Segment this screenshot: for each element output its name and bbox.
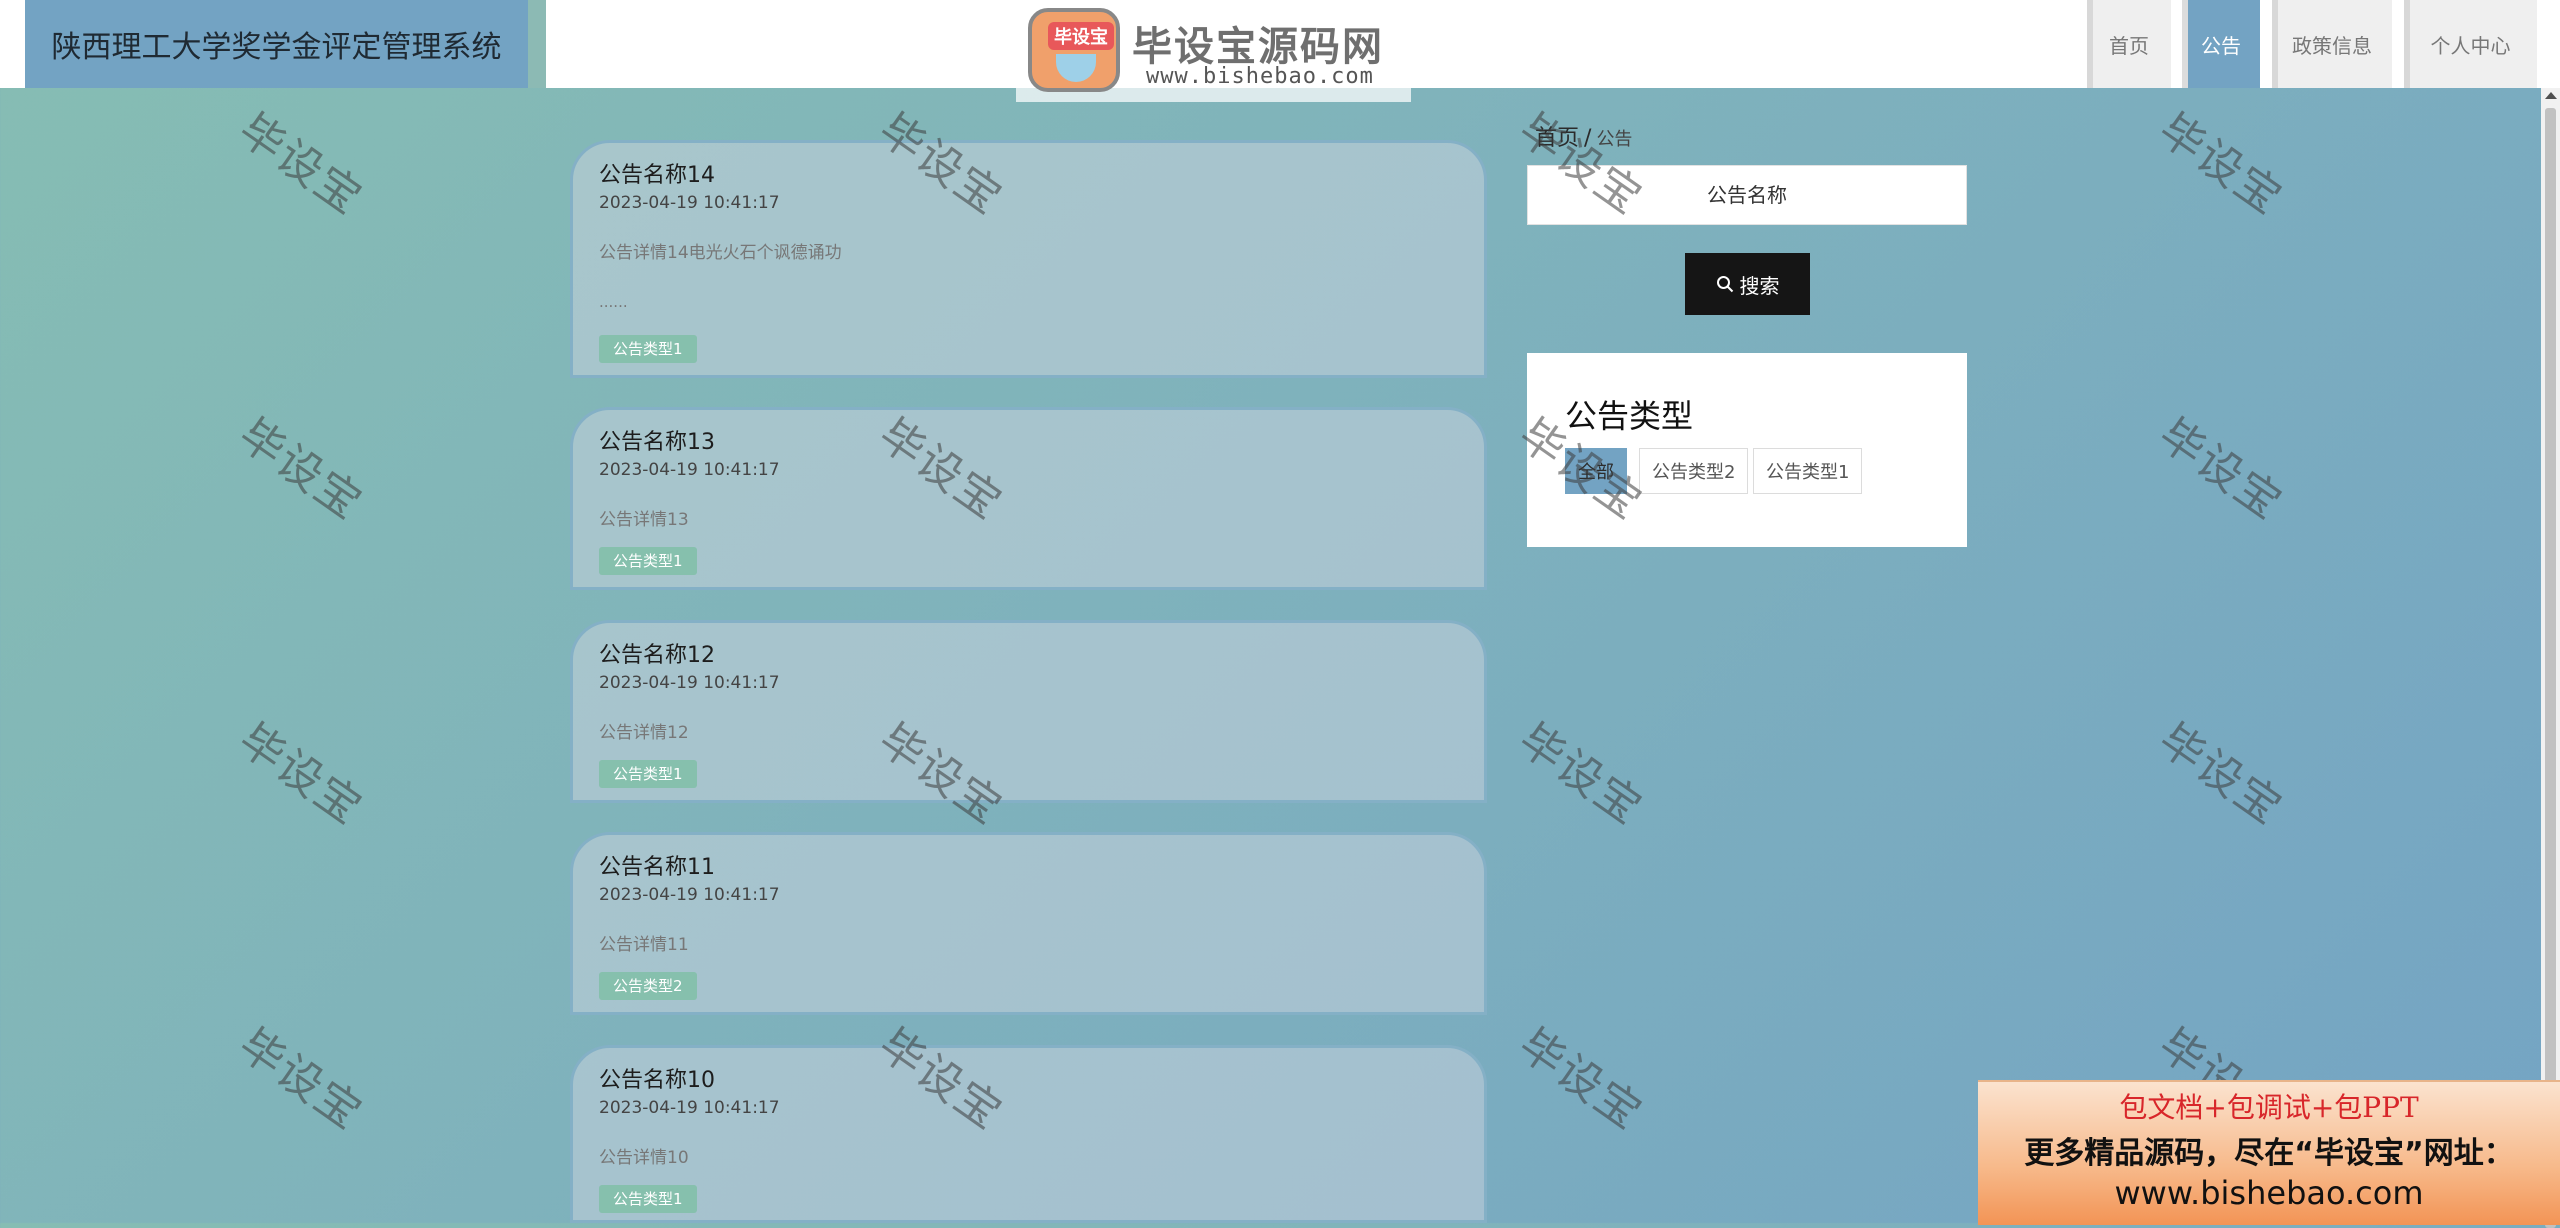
notice-card[interactable]: 公告名称14 2023-04-19 10:41:17 公告详情14电光火石个讽德…	[570, 140, 1487, 378]
logo-sub-text: www.bishebao.com	[1146, 64, 1374, 89]
system-title[interactable]: 陕西理工大学奖学金评定管理系统	[25, 0, 528, 88]
notice-title[interactable]: 公告名称11	[599, 849, 715, 881]
notice-time: 2023-04-19 10:41:17	[599, 673, 780, 693]
logo-face-icon	[1056, 54, 1096, 82]
nav-divider	[2404, 0, 2410, 88]
breadcrumb-current: 公告	[1596, 129, 1633, 150]
notice-title[interactable]: 公告名称13	[599, 424, 715, 456]
nav-policy-label: 政策信息	[2292, 33, 2372, 58]
notice-title[interactable]: 公告名称14	[599, 157, 715, 189]
promo-banner[interactable]: 包文档+包调试+包PPT 更多精品源码，尽在“毕设宝”网址： www.bishe…	[1978, 1080, 2560, 1225]
watermark: 毕设宝	[1509, 714, 1652, 835]
type-filter-all[interactable]: 全部	[1565, 448, 1627, 494]
notice-title[interactable]: 公告名称10	[599, 1062, 715, 1094]
notice-detail: 公告详情10	[599, 1148, 689, 1168]
watermark: 毕设宝	[2149, 104, 2292, 225]
nav-divider	[2087, 0, 2093, 88]
notice-type-tag[interactable]: 公告类型2	[599, 972, 697, 1000]
breadcrumb-home[interactable]: 首页	[1535, 126, 1579, 151]
search-button-label: 搜索	[1739, 273, 1780, 298]
promo-line-2: 更多精品源码，尽在“毕设宝”网址：	[2024, 1136, 2514, 1171]
nav-personal-center-label: 个人中心	[2430, 33, 2511, 58]
navbar-divider	[528, 0, 546, 88]
scroll-up-arrow-icon[interactable]	[2545, 92, 2557, 99]
notice-time: 2023-04-19 10:41:17	[599, 460, 780, 480]
notice-detail: 公告详情14电光火石个讽德诵功	[599, 243, 842, 263]
nav-personal-center[interactable]: 个人中心	[2404, 0, 2537, 88]
notice-ellipsis: ......	[599, 293, 628, 311]
type-filter-option[interactable]: 公告类型1	[1753, 448, 1863, 494]
watermark: 毕设宝	[229, 409, 372, 530]
page-scrollbar[interactable]	[2541, 88, 2560, 1228]
breadcrumb-separator: /	[1584, 126, 1592, 151]
notice-type-tag[interactable]: 公告类型1	[599, 547, 697, 575]
watermark: 毕设宝	[229, 714, 372, 835]
logo-badge-text: 毕设宝	[1048, 22, 1114, 50]
notice-type-filter-panel: 公告类型 全部 公告类型2 公告类型1	[1527, 353, 1967, 547]
nav-home[interactable]: 首页	[2087, 0, 2171, 88]
nav-notice[interactable]: 公告	[2182, 0, 2260, 88]
notice-time: 2023-04-19 10:41:17	[599, 193, 780, 213]
scrollbar-thumb[interactable]	[2545, 108, 2556, 1228]
watermark: 毕设宝	[2149, 714, 2292, 835]
notice-name-search-input[interactable]	[1527, 165, 1967, 225]
search-icon	[1716, 276, 1733, 293]
notice-type-tag[interactable]: 公告类型1	[599, 1185, 697, 1213]
promo-line-1: 包文档+包调试+包PPT	[2119, 1091, 2419, 1124]
nav-policy[interactable]: 政策信息	[2272, 0, 2392, 88]
notice-detail: 公告详情12	[599, 723, 689, 743]
notice-detail: 公告详情13	[599, 510, 689, 530]
type-filter-title: 公告类型	[1565, 397, 1694, 435]
watermark: 毕设宝	[2149, 409, 2292, 530]
notice-time: 2023-04-19 10:41:17	[599, 1098, 780, 1118]
notice-title[interactable]: 公告名称12	[599, 637, 715, 669]
logo-badge-icon: 毕设宝	[1028, 8, 1120, 92]
notice-time: 2023-04-19 10:41:17	[599, 885, 780, 905]
watermark: 毕设宝	[229, 104, 372, 225]
notice-card[interactable]: 公告名称11 2023-04-19 10:41:17 公告详情11 公告类型2	[570, 832, 1487, 1015]
notice-card[interactable]: 公告名称13 2023-04-19 10:41:17 公告详情13 公告类型1	[570, 407, 1487, 590]
nav-notice-label: 公告	[2201, 33, 2241, 58]
nav-divider	[2272, 0, 2278, 88]
notice-detail: 公告详情11	[599, 935, 689, 955]
watermark: 毕设宝	[229, 1019, 372, 1140]
site-logo: 毕设宝 毕设宝源码网 www.bishebao.com	[1016, 2, 1411, 102]
search-button[interactable]: 搜索	[1685, 253, 1810, 315]
nav-home-label: 首页	[2109, 33, 2149, 58]
breadcrumb: 首页 / 公告	[1535, 120, 1632, 152]
notice-card[interactable]: 公告名称12 2023-04-19 10:41:17 公告详情12 公告类型1	[570, 620, 1487, 803]
type-filter-option[interactable]: 公告类型2	[1639, 448, 1749, 494]
notice-card[interactable]: 公告名称10 2023-04-19 10:41:17 公告详情10 公告类型1	[570, 1045, 1487, 1223]
nav-divider	[2182, 0, 2188, 88]
watermark: 毕设宝	[1509, 1019, 1652, 1140]
promo-url[interactable]: www.bishebao.com	[1978, 1174, 2560, 1212]
notice-type-tag[interactable]: 公告类型1	[599, 335, 697, 363]
notice-type-tag[interactable]: 公告类型1	[599, 760, 697, 788]
